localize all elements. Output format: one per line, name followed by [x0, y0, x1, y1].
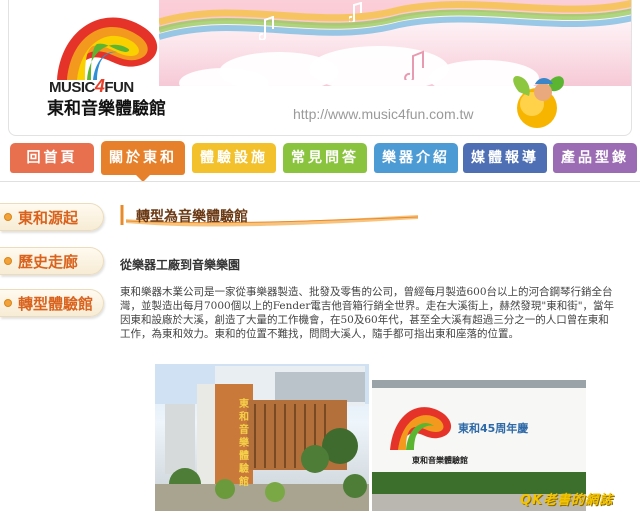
building-sign: 東和音樂體驗館 [239, 399, 249, 488]
rainbow-logo-icon [57, 17, 158, 80]
article-subhead: 從樂器工廠到音樂樂園 [120, 258, 241, 272]
tab-home[interactable]: 回首頁 [10, 143, 94, 173]
blog-watermark: QK老書的網誌 [520, 493, 614, 508]
tab-media[interactable]: 媒體報導 [463, 143, 547, 173]
section-title: 轉型為音樂體驗館 [136, 209, 248, 225]
building-photo: 東和音樂體驗館 [155, 364, 369, 511]
nav-divider [0, 181, 640, 182]
tab-label: 關於東和 [109, 150, 177, 166]
music-note-icon [404, 50, 424, 80]
tab-label: 體驗設施 [200, 150, 268, 166]
tab-facilities[interactable]: 體驗設施 [192, 143, 276, 173]
tab-label: 常見問答 [291, 150, 359, 166]
bullet-icon [4, 257, 12, 265]
cloud [179, 68, 269, 98]
wall-logo-text: 東和音樂體驗館 [412, 456, 468, 465]
tab-faq[interactable]: 常見問答 [283, 143, 367, 173]
main-nav: 回首頁 關於東和 體驗設施 常見問答 樂器介紹 媒體報導 產品型錄 [8, 141, 638, 182]
wall-banner-text: 東和45周年慶 [458, 422, 529, 435]
sidebar-item-origin[interactable]: 東和源起 [0, 203, 104, 231]
bullet-icon [4, 213, 12, 221]
site-logo[interactable]: MUSIC4FUN 東和音樂體驗館 [39, 4, 189, 119]
sidebar-item-label: 歷史走廊 [18, 253, 79, 271]
music-note-icon [349, 2, 362, 22]
building-illustration [155, 364, 369, 511]
tab-label: 媒體報導 [471, 150, 539, 166]
sidebar-item-transformation[interactable]: 轉型體驗館 [0, 289, 104, 317]
tab-label: 樂器介紹 [382, 150, 450, 166]
tab-instruments[interactable]: 樂器介紹 [374, 143, 458, 173]
tab-label: 回首頁 [26, 150, 78, 166]
logo-brand-num: 4 [94, 76, 105, 96]
tab-catalog[interactable]: 產品型錄 [553, 143, 637, 173]
sidebar-item-label: 東和源起 [18, 209, 79, 227]
music-note-icon [259, 16, 274, 40]
sidebar-item-label: 轉型體驗館 [18, 295, 94, 313]
cloud [309, 46, 449, 92]
tab-about[interactable]: 關於東和 [101, 141, 185, 182]
logo-name: 東和音樂體驗館 [47, 99, 166, 119]
bullet-icon [4, 299, 12, 307]
tab-label: 產品型錄 [561, 150, 629, 166]
bird-mascot-icon [513, 75, 564, 128]
section-header: 轉型為音樂體驗館 [118, 203, 418, 227]
site-url: http://www.music4fun.com.tw [293, 106, 474, 122]
article-paragraph: 東和樂器木業公司是一家從事樂器製造、批發及零售的公司，曾經每月製造600台以上的… [120, 286, 615, 340]
header-banner: MUSIC4FUN 東和音樂體驗館 http://www.music4fun.c… [8, 0, 632, 136]
sidebar-item-history[interactable]: 歷史走廊 [0, 247, 104, 275]
